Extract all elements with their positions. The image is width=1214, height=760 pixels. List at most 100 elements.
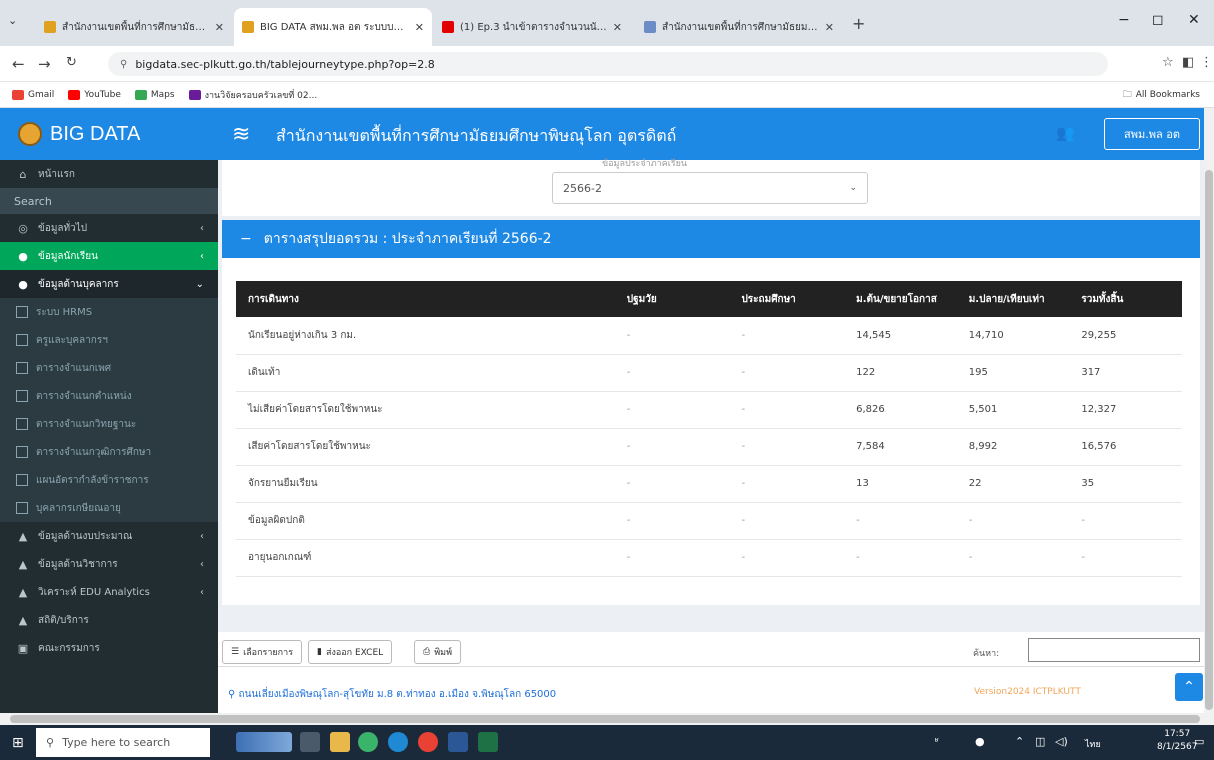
volume-icon[interactable]: ◁) bbox=[1055, 735, 1068, 748]
chevron-left-icon[interactable]: ‹ bbox=[200, 223, 204, 234]
notification-icon[interactable]: ▭ bbox=[1194, 735, 1204, 748]
sidebar-item[interactable]: □ ตารางจำแนกตำแหน่ง bbox=[0, 382, 218, 410]
column-select-button[interactable]: ☰ เลือกรายการ bbox=[222, 640, 303, 664]
menu-dots-icon[interactable]: ⋮ bbox=[1200, 55, 1213, 70]
sidebar-item[interactable]: ▲ ข้อมูลด้านงบประมาณ ‹ bbox=[0, 522, 218, 550]
back-to-top-button[interactable]: ⌃ bbox=[1175, 673, 1203, 701]
browser-tab-3[interactable]: (1) Ep.3 นำเข้าตารางจำนวนนักเรียน ✕ bbox=[434, 8, 630, 46]
scroll-thumb[interactable] bbox=[1205, 170, 1213, 710]
sidebar-item[interactable]: □ ครูและบุคลากรฯ bbox=[0, 326, 218, 354]
url-text[interactable]: bigdata.sec-plkutt.go.th/tablejourneytyp… bbox=[135, 58, 434, 71]
tab-favicon bbox=[644, 21, 656, 33]
close-tab-icon[interactable]: ✕ bbox=[415, 21, 424, 34]
minimize-icon[interactable]: − bbox=[1118, 12, 1130, 28]
new-tab-button[interactable]: + bbox=[852, 14, 865, 33]
task-view-icon[interactable] bbox=[300, 732, 320, 752]
column-header[interactable]: ปฐมวัย bbox=[614, 281, 730, 317]
semester-select[interactable]: 2566-2 ⌄ bbox=[552, 172, 868, 204]
column-header[interactable]: รวมทั้งสิ้น bbox=[1069, 281, 1182, 317]
user-group-icon[interactable]: 👥 bbox=[1056, 124, 1075, 142]
all-bookmarks-button[interactable]: 🗀 All Bookmarks bbox=[1123, 87, 1200, 103]
table-cell: - bbox=[614, 502, 730, 540]
panel-header[interactable]: − ตารางสรุปยอดรวม : ประจำภาคเรียนที่ 2566… bbox=[222, 220, 1200, 258]
sidebar-item[interactable]: ● ข้อมูลด้านบุคลากร ⌄ bbox=[0, 270, 218, 298]
chevron-up-icon: ⌃ bbox=[1183, 679, 1195, 695]
language-indicator[interactable]: ไทย bbox=[1085, 737, 1101, 751]
sidebar-item-label: ข้อมูลด้านวิชาการ bbox=[38, 558, 118, 570]
column-header[interactable]: ประถมศึกษา bbox=[729, 281, 845, 317]
chevron-left-icon[interactable]: ‹ bbox=[200, 531, 204, 542]
table-search-input[interactable] bbox=[1028, 638, 1200, 662]
column-header[interactable]: ม.ปลาย/เทียบเท่า bbox=[956, 281, 1070, 317]
horizontal-scrollbar[interactable] bbox=[0, 713, 1214, 725]
print-button[interactable]: ⎙ พิมพ์ bbox=[414, 640, 462, 664]
sidebar-item[interactable]: □ ตารางจำแนกเพศ bbox=[0, 354, 218, 382]
back-icon[interactable]: ← bbox=[12, 55, 25, 73]
network-icon[interactable]: ◫ bbox=[1035, 735, 1045, 748]
sidepanel-icon[interactable]: ◧ bbox=[1182, 55, 1194, 70]
sidebar-item[interactable]: ▲ ข้อมูลด้านวิชาการ ‹ bbox=[0, 550, 218, 578]
tab-favicon bbox=[44, 21, 56, 33]
sidebar-item-label: ตารางจำแนกเพศ bbox=[36, 362, 112, 374]
bookmark-youtube[interactable]: YouTube bbox=[68, 89, 121, 100]
logo[interactable]: BIG DATA bbox=[0, 108, 218, 160]
sidebar-item[interactable]: ▲ วิเคราะห์ EDU Analytics ‹ bbox=[0, 578, 218, 606]
user-menu-button[interactable]: สพม.พล อต bbox=[1104, 118, 1200, 150]
collapse-icon[interactable]: − bbox=[240, 231, 252, 247]
maximize-icon[interactable]: ◻ bbox=[1152, 12, 1164, 28]
sidebar-item[interactable]: □ ระบบ HRMS bbox=[0, 298, 218, 326]
sidebar-item[interactable]: □ ตารางจำแนกวุฒิการศึกษา bbox=[0, 438, 218, 466]
taskbar-search-input[interactable]: ⚲ Type here to search bbox=[36, 728, 210, 757]
sidebar-item[interactable]: □ แผนอัตรากำลังข้าราชการ bbox=[0, 466, 218, 494]
bookmark-maps[interactable]: Maps bbox=[134, 89, 175, 100]
clock[interactable]: 17:57 8/1/2567 bbox=[1157, 728, 1197, 754]
sidebar-item[interactable]: ● ข้อมูลนักเรียน ‹ bbox=[0, 242, 218, 270]
edge-icon[interactable] bbox=[388, 732, 408, 752]
browser-tab-strip: ⌄ สำนักงานเขตพื้นที่การศึกษามัธยมศึกษา ✕… bbox=[0, 0, 1214, 46]
word-icon[interactable] bbox=[448, 732, 468, 752]
close-tab-icon[interactable]: ✕ bbox=[215, 21, 224, 34]
excel-icon[interactable] bbox=[478, 732, 498, 752]
tab-search-icon[interactable]: ⌄ bbox=[8, 14, 17, 27]
windows-start-icon[interactable]: ⊞ bbox=[12, 735, 24, 751]
browser-tab-1[interactable]: สำนักงานเขตพื้นที่การศึกษามัธยมศึกษา ✕ bbox=[36, 8, 232, 46]
browser-tab-2[interactable]: BIG DATA สพม.พล อต ระบบบริการ ✕ bbox=[234, 8, 432, 46]
column-header[interactable]: ม.ต้น/ขยายโอกาส bbox=[844, 281, 957, 317]
sidebar-item[interactable]: □ บุคลากรเกษียณอายุ bbox=[0, 494, 218, 522]
scroll-thumb[interactable] bbox=[10, 715, 1200, 723]
sidebar-item[interactable]: ◎ ข้อมูลทั่วไป ‹ bbox=[0, 214, 218, 242]
menu-toggle-icon[interactable]: ≋ bbox=[232, 122, 250, 147]
file-explorer-icon[interactable] bbox=[330, 732, 350, 752]
sidebar-item[interactable]: ▣ คณะกรรมการ bbox=[0, 634, 218, 662]
chevron-left-icon[interactable]: ‹ bbox=[200, 559, 204, 570]
sidebar-item[interactable]: ▲ สถิติ/บริการ bbox=[0, 606, 218, 634]
reload-icon[interactable]: ↻ bbox=[66, 55, 77, 70]
tray-chevron-icon[interactable]: ⌃ bbox=[1015, 735, 1024, 748]
app-tray-icon[interactable]: ● bbox=[975, 735, 985, 748]
line-app-icon[interactable] bbox=[358, 732, 378, 752]
column-header[interactable]: การเดินทาง bbox=[236, 281, 615, 317]
vertical-scrollbar[interactable] bbox=[1204, 108, 1214, 713]
chrome-icon[interactable] bbox=[418, 732, 438, 752]
taskbar-news-widget[interactable] bbox=[236, 732, 292, 752]
url-bar[interactable]: ⚲ bigdata.sec-plkutt.go.th/tablejourneyt… bbox=[108, 52, 1108, 76]
chevron-left-icon[interactable]: ‹ bbox=[200, 587, 204, 598]
close-window-icon[interactable]: ✕ bbox=[1188, 12, 1200, 28]
forward-icon[interactable]: → bbox=[38, 55, 51, 73]
bookmark-gmail[interactable]: Gmail bbox=[12, 89, 54, 100]
chevron-left-icon[interactable]: ‹ bbox=[200, 251, 204, 262]
export-excel-button[interactable]: ▮ ส่งออก EXCEL bbox=[308, 640, 393, 664]
browser-tab-4[interactable]: สำนักงานเขตพื้นที่การศึกษามัธยมศึกษา ✕ bbox=[636, 8, 842, 46]
clock-time: 17:57 bbox=[1164, 729, 1191, 739]
close-tab-icon[interactable]: ✕ bbox=[613, 21, 622, 34]
content-area: ข้อมูลประจำภาคเรียน 2566-2 ⌄ − ตารางสรุปยอ… bbox=[218, 159, 1204, 713]
close-tab-icon[interactable]: ✕ bbox=[825, 21, 834, 34]
people-icon[interactable]: ʶ bbox=[935, 735, 939, 748]
sidebar-search-input[interactable]: Search bbox=[0, 188, 218, 214]
sidebar-item[interactable]: □ ตารางจำแนกวิทยฐานะ bbox=[0, 410, 218, 438]
bookmark-star-icon[interactable]: ☆ bbox=[1162, 55, 1174, 70]
bookmark-research[interactable]: งานวิจัยครอบครัวเลขที่ 02... bbox=[188, 88, 317, 102]
sidebar-item-home[interactable]: ⌂ หน้าแรก bbox=[0, 160, 218, 188]
site-info-icon[interactable]: ⚲ bbox=[120, 59, 127, 70]
chevron-down-icon[interactable]: ⌄ bbox=[196, 279, 204, 290]
